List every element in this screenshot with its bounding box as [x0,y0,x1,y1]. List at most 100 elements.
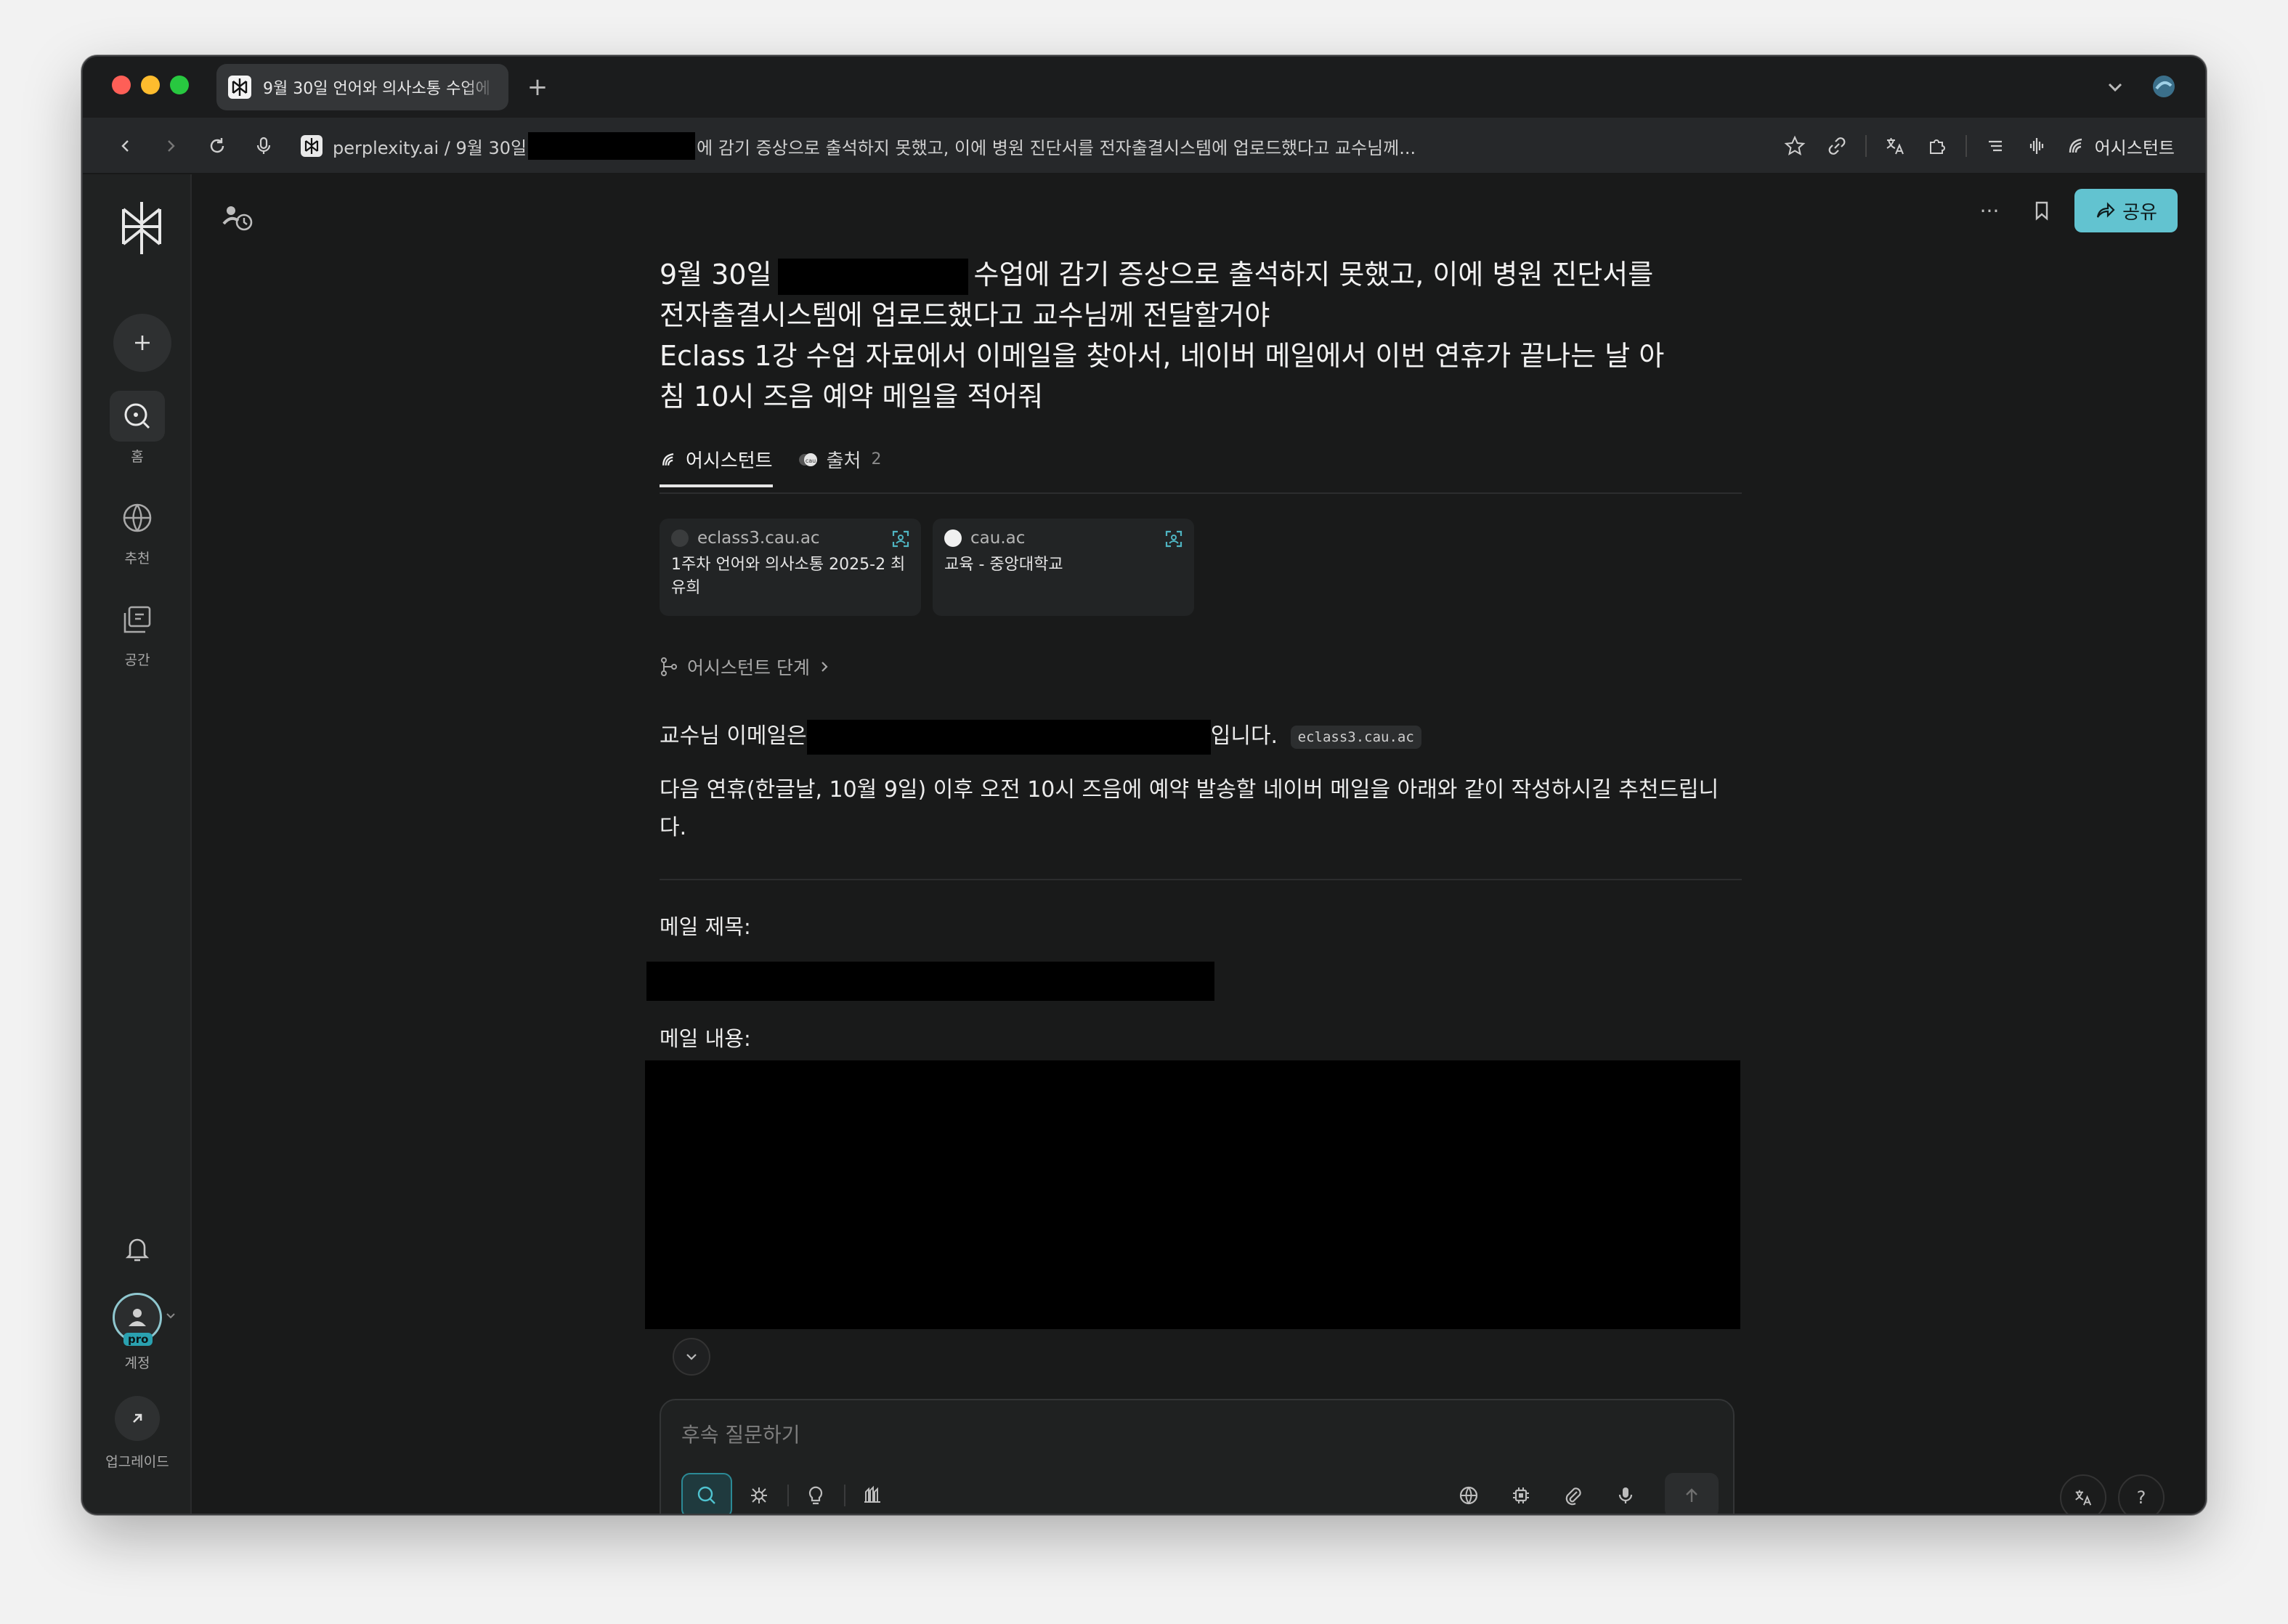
more-options-icon[interactable]: ··· [1970,191,2009,230]
toolbar-separator [1965,135,1967,157]
answer-tabs: 어시스턴트 cau 출처 2 [660,446,1742,494]
sources-globe-button[interactable] [1447,1474,1490,1514]
sidebar-label: 추천 [124,551,150,567]
plus-icon [135,336,150,350]
citation-badge[interactable]: eclass3.cau.ac [1290,725,1421,749]
share-button[interactable]: 공유 [2074,189,2178,232]
pro-badge: pro [123,1333,153,1346]
perplexity-logo-icon[interactable] [116,199,167,257]
sidebar-item-discover[interactable]: 추천 [83,492,192,567]
sidebar-item-upgrade[interactable]: 업그레이드 [83,1396,192,1471]
chevron-down-icon[interactable] [2101,73,2130,102]
sidebar-item-account[interactable]: pro 계정 [83,1293,192,1372]
avatar[interactable]: pro [113,1293,162,1346]
maximize-window-button[interactable] [170,76,189,94]
bookmark-star-icon[interactable] [1778,129,1812,163]
sidebar-label: 계정 [124,1355,150,1371]
address-toolbar: perplexity.ai / 9월 30일 에 감기 증상으로 출석하지 못했… [83,118,2205,174]
followup-composer [660,1399,1735,1514]
answer-paragraph: 다음 연휴(한글날, 10월 9일) 이후 오전 10시 즈음에 예약 발송할 … [660,777,1719,840]
sidebar: 홈 추천 공간 pro 계정 업그레이드 [83,174,192,1514]
lightbulb-icon [808,1486,823,1505]
divider [660,879,1742,880]
bell-icon[interactable] [119,1230,155,1267]
browser-window: 9월 30일 언어와 의사소통 수업에 감기 증상으로 출석하지 못했고 + [81,55,2207,1515]
source-cards: eclass3.cau.ac 1주차 언어와 의사소통 2025-2 최유희 c… [660,519,1742,616]
answer-text: 입니다. [1210,723,1278,749]
mode-research-button[interactable] [734,1473,784,1514]
back-arrow-icon[interactable] [110,131,141,161]
assistant-answer: 교수님 이메일은 입니다. eclass3.cau.ac 다음 연휴(한글날, 1… [645,718,1742,1329]
source-host: cau.ac [970,529,1026,548]
assistant-icon [2069,138,2082,153]
browser-profile-icon[interactable] [2150,73,2178,100]
redacted-block [806,719,1211,755]
toolbar-separator [1865,135,1867,157]
mode-search-button[interactable] [681,1473,732,1514]
mode-selector [681,1471,899,1514]
extensions-puzzle-icon[interactable] [1920,129,1954,163]
mode-labs-button[interactable] [790,1473,841,1514]
dictation-button[interactable] [1604,1474,1647,1514]
assistant-label: 어시스턴트 [2094,137,2175,158]
translate-icon[interactable] [1878,129,1912,163]
new-thread-button[interactable] [113,314,171,372]
microphone-icon[interactable] [248,131,279,161]
arrow-up-right-icon [133,1413,142,1423]
source-card[interactable]: eclass3.cau.ac 1주차 언어와 의사소통 2025-2 최유희 [660,519,921,616]
browser-tab-active[interactable]: 9월 30일 언어와 의사소통 수업에 감기 증상으로 출석하지 못했고 [216,64,508,110]
reading-list-icon[interactable] [1979,129,2012,163]
source-card[interactable]: cau.ac 교육 - 중앙대학교 [933,519,1194,616]
redacted-block [777,258,968,295]
new-tab-plus-icon[interactable]: + [522,71,553,103]
screen-capture-icon[interactable] [1164,529,1184,549]
translate-button[interactable] [2060,1474,2106,1514]
chevron-down-icon[interactable] [164,1309,177,1322]
bookmark-icon[interactable] [2022,191,2061,230]
reload-icon[interactable] [202,131,232,161]
globe-icon [123,503,152,532]
screen-capture-icon[interactable] [891,529,911,549]
spaces-icon [123,606,151,633]
globe-icon [671,529,689,547]
app-content: 홈 추천 공간 pro 계정 업그레이드 ··· 공유 9월 30일 수업에 감… [83,174,2205,1514]
link-icon[interactable] [1820,129,1854,163]
voice-waveform-icon[interactable] [2021,129,2054,163]
thread-history-icon[interactable] [218,200,261,237]
assistant-steps-toggle[interactable]: 어시스턴트 단계 [660,654,1742,680]
url-rest: 에 감기 증상으로 출석하지 못했고, 이에 병원 진단서를 전자출결시스템에 … [697,137,1416,158]
address-bar[interactable]: perplexity.ai / 9월 30일 에 감기 증상으로 출석하지 못했… [301,129,1550,163]
send-button[interactable] [1665,1473,1719,1514]
sidebar-item-home[interactable]: 홈 [83,391,192,466]
sidebar-item-spaces[interactable]: 공간 [83,594,192,669]
scroll-down-button[interactable] [673,1338,710,1376]
user-icon [129,1309,146,1326]
mail-subject-label: 메일 제목: [660,914,751,939]
branch-icon [661,657,677,676]
tab-strip: 9월 30일 언어와 의사소통 수업에 감기 증상으로 출석하지 못했고 + [83,57,2205,118]
tab-assistant[interactable]: 어시스턴트 [660,446,773,487]
mode-separator [787,1485,789,1506]
assistant-button[interactable]: 어시스턴트 [2066,134,2175,159]
mode-separator [844,1485,845,1506]
followup-input[interactable] [681,1418,1626,1451]
perplexity-favicon-icon [228,76,251,99]
svg-text:cau: cau [805,458,815,464]
user-query: 9월 30일 수업에 감기 증상으로 출석하지 못했고, 이에 병원 진단서를 전… [660,254,1684,417]
arrow-up-icon [1686,1488,1697,1502]
help-button[interactable]: ? [2118,1474,2165,1514]
close-window-button[interactable] [112,76,131,94]
query-text: 9월 30일 [660,259,772,291]
source-title: 1주차 언어와 의사소통 2025-2 최유희 [671,556,906,597]
attach-button[interactable] [1551,1474,1595,1514]
composer-actions [1438,1471,1719,1514]
forward-arrow-icon[interactable] [155,131,186,161]
url-prefix: perplexity.ai / 9월 30일 [333,137,527,158]
minimize-window-button[interactable] [141,76,160,94]
chevron-right-icon [822,662,828,672]
globe-icon [1459,1486,1478,1505]
search-icon [697,1486,715,1504]
tab-sources[interactable]: cau 출처 2 [798,446,881,487]
model-chip-button[interactable] [1499,1474,1543,1514]
mode-browser-button[interactable] [847,1473,898,1514]
